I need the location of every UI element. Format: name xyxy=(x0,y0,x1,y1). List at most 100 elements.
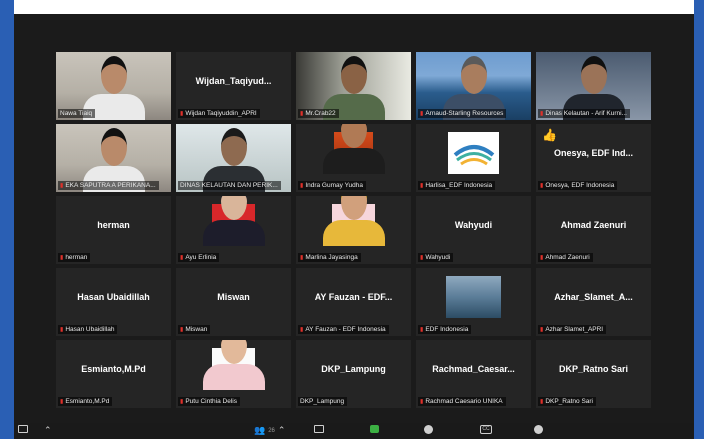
mic-muted-icon: ▮ xyxy=(540,399,544,405)
participant-tile[interactable]: AY Fauzan - EDF... ▮ AY Fauzan - EDF Indon… xyxy=(296,268,411,336)
participant-name-label: ▮ Azhar Slamet_APRI xyxy=(538,325,607,334)
participant-display-name: Hasan Ubaidillah xyxy=(77,292,150,302)
participant-name-label: ▮ Ahmad Zaenuri xyxy=(538,253,593,262)
participant-name: Wahyudi xyxy=(425,254,451,261)
closed-caption-button[interactable]: CC xyxy=(480,425,492,434)
participant-name-label: ▮ Putu Cinthia Delis xyxy=(178,397,240,406)
participant-name: DINAS KELAUTAN DAN PERIK... xyxy=(180,182,278,189)
mic-muted-icon: ▮ xyxy=(180,111,184,117)
participant-tile[interactable]: Hasan Ubaidillah ▮ Hasan Ubaidillah xyxy=(56,268,171,336)
participant-tile[interactable]: ▮ Mr.Crab22 xyxy=(296,52,411,120)
reactions-button[interactable] xyxy=(534,425,543,434)
participant-display-name: Rachmad_Caesar... xyxy=(432,364,515,374)
participant-tile[interactable]: Nawa Tiaiq xyxy=(56,52,171,120)
participant-tile[interactable]: ▮ Arnaud-Starling Resources xyxy=(416,52,531,120)
participant-name: Mr.Crab22 xyxy=(305,110,336,117)
participant-tile[interactable]: Rachmad_Caesar... ▮ Rachmad Caesario UNIKA xyxy=(416,340,531,408)
mic-muted-icon: ▮ xyxy=(60,255,64,261)
participant-tile[interactable]: 👍 Onesya, EDF Ind... ▮ Onesya, EDF Indonesi… xyxy=(536,124,651,192)
participant-tile[interactable]: DINAS KELAUTAN DAN PERIK... xyxy=(176,124,291,192)
mic-muted-icon: ▮ xyxy=(420,183,424,189)
participant-name-label: ▮ Marlina Jayasinga xyxy=(298,253,361,262)
participant-display-name: DKP_Ratno Sari xyxy=(558,364,629,374)
participants-count: 26 xyxy=(268,427,275,434)
participant-name-label: ▮ Rachmad Caesario UNIKA xyxy=(418,397,506,406)
participant-name: DKP_Lampung xyxy=(300,398,345,405)
participant-tile[interactable]: ▮ EDF Indonesia xyxy=(416,268,531,336)
mic-muted-icon: ▮ xyxy=(300,327,304,333)
participant-name: Indra Gumay Yudha xyxy=(305,182,364,189)
participant-name: Harlisa_EDF Indonesia xyxy=(425,182,493,189)
mic-muted-icon: ▮ xyxy=(60,183,64,189)
participant-name-label: ▮ Hasan Ubaidillah xyxy=(58,325,118,334)
mute-button[interactable] xyxy=(18,425,28,433)
participant-tile[interactable]: DKP_Lampung DKP_Lampung xyxy=(296,340,411,408)
participant-tile[interactable]: Esmianto,M.Pd ▮ Esmianto,M.Pd xyxy=(56,340,171,408)
camera-video xyxy=(446,276,501,318)
participant-figure xyxy=(322,196,385,246)
profile-photo xyxy=(202,340,265,390)
participant-tile[interactable]: Azhar_Slamet_A... ▮ Azhar Slamet_APRI xyxy=(536,268,651,336)
record-button[interactable] xyxy=(424,425,433,434)
participant-display-name: Onesya, EDF Ind... xyxy=(553,148,634,158)
participant-name: Ahmad Zaenuri xyxy=(545,254,590,261)
participant-name: Dinas Kelautan - Arif Kurni... xyxy=(545,110,627,117)
participant-name-label: Nawa Tiaiq xyxy=(58,109,96,118)
participant-name: Esmianto,M.Pd xyxy=(65,398,110,405)
participant-tile[interactable]: ▮ Harlisa_EDF Indonesia xyxy=(416,124,531,192)
mic-muted-icon: ▮ xyxy=(540,327,544,333)
participant-figure xyxy=(322,124,385,174)
share-screen-button[interactable] xyxy=(370,425,379,433)
participant-tile[interactable]: ▮ Marlina Jayasinga xyxy=(296,196,411,264)
participant-name: Ayu Erlinia xyxy=(185,254,217,261)
participant-name: EKA SAPUTRA A PERIKANA... xyxy=(65,182,156,189)
participant-display-name: herman xyxy=(97,220,130,230)
participant-name: Hasan Ubaidillah xyxy=(65,326,115,333)
participant-name: Onesya, EDF Indonesia xyxy=(545,182,615,189)
participant-name-label: ▮ EDF Indonesia xyxy=(418,325,472,334)
participant-name-label: ▮ Indra Gumay Yudha xyxy=(298,181,367,190)
participant-name-label: ▮ Wijdan Taqiyuddin_APRI xyxy=(178,109,260,118)
participant-name: Nawa Tiaiq xyxy=(60,110,93,117)
mic-muted-icon: ▮ xyxy=(420,399,424,405)
mic-muted-icon: ▮ xyxy=(180,399,184,405)
participant-tile[interactable]: Wijdan_Taqiyud... ▮ Wijdan Taqiyuddin_APRI xyxy=(176,52,291,120)
participant-name-label: ▮ Dinas Kelautan - Arif Kurni... xyxy=(538,109,630,118)
participant-tile[interactable]: herman ▮ herman xyxy=(56,196,171,264)
meeting-window: Nawa Tiaiq Wijdan_Taqiyud... ▮ Wijdan Taqiy… xyxy=(14,14,694,439)
participant-tile[interactable]: ▮ Indra Gumay Yudha xyxy=(296,124,411,192)
participant-tile[interactable]: ▮ EKA SAPUTRA A PERIKANA... xyxy=(56,124,171,192)
chat-icon xyxy=(314,425,324,433)
participant-name: Arnaud-Starling Resources xyxy=(425,110,504,117)
gallery-grid: Nawa Tiaiq Wijdan_Taqiyud... ▮ Wijdan Taqiy… xyxy=(56,52,654,408)
participant-name-label: ▮ Wahyudi xyxy=(418,253,454,262)
participant-tile[interactable]: ▮ Ayu Erlinia xyxy=(176,196,291,264)
participants-chevron[interactable]: ⌃ xyxy=(278,425,286,436)
participant-tile[interactable]: Ahmad Zaenuri ▮ Ahmad Zaenuri xyxy=(536,196,651,264)
participant-display-name: Wahyudi xyxy=(454,220,493,230)
participant-name-label: ▮ AY Fauzan - EDF Indonesia xyxy=(298,325,389,334)
mic-muted-icon: ▮ xyxy=(540,255,544,261)
chat-button[interactable] xyxy=(314,425,324,433)
mic-muted-icon: ▮ xyxy=(420,255,424,261)
participant-tile[interactable]: Miswan ▮ Miswan xyxy=(176,268,291,336)
participant-name: DKP_Ratno Sari xyxy=(545,398,594,405)
left-frame xyxy=(0,0,14,439)
participant-name-label: ▮ Arnaud-Starling Resources xyxy=(418,109,507,118)
share-screen-icon xyxy=(370,425,379,433)
mic-muted-icon: ▮ xyxy=(300,183,304,189)
participant-name-label: ▮ Miswan xyxy=(178,325,211,334)
participant-name-label: DINAS KELAUTAN DAN PERIK... xyxy=(178,181,281,190)
participant-name: Putu Cinthia Delis xyxy=(185,398,237,405)
participant-name-label: ▮ DKP_Ratno Sari xyxy=(538,397,597,406)
participant-display-name: AY Fauzan - EDF... xyxy=(314,292,393,302)
participant-tile[interactable]: ▮ Putu Cinthia Delis xyxy=(176,340,291,408)
participant-figure xyxy=(202,340,265,390)
participants-button[interactable]: 👥 26 ⌃ xyxy=(254,425,285,436)
participant-display-name: Miswan xyxy=(217,292,250,302)
meeting-toolbar: ⌃ 👥 26 ⌃ CC xyxy=(14,423,694,439)
participant-tile[interactable]: DKP_Ratno Sari ▮ DKP_Ratno Sari xyxy=(536,340,651,408)
audio-options-chevron[interactable]: ⌃ xyxy=(44,425,52,436)
participant-tile[interactable]: Wahyudi ▮ Wahyudi xyxy=(416,196,531,264)
participant-tile[interactable]: ▮ Dinas Kelautan - Arif Kurni... xyxy=(536,52,651,120)
